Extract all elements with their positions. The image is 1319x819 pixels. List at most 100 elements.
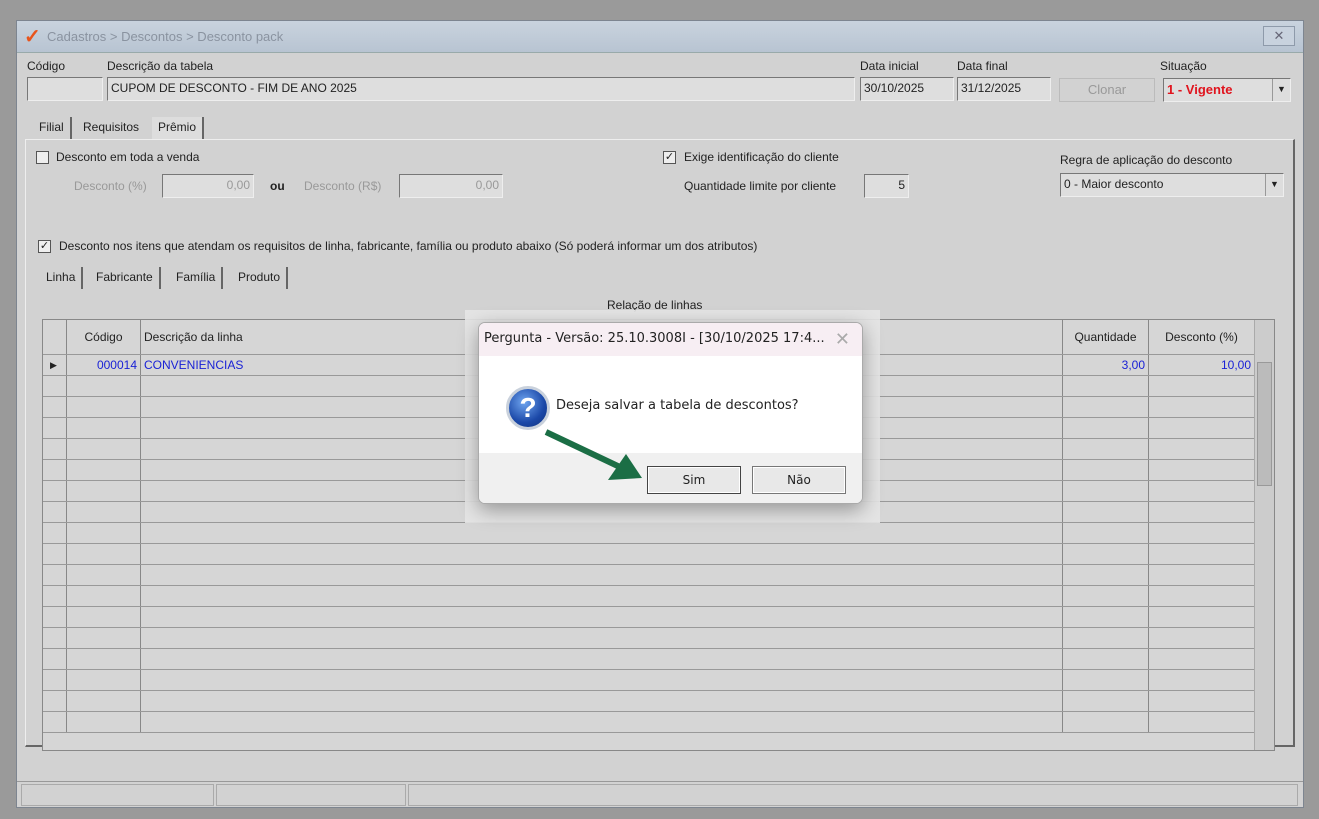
grid-cell	[1149, 397, 1255, 417]
dialog-close-icon[interactable]: ✕	[835, 329, 850, 350]
subtab-linha[interactable]: Linha	[40, 267, 84, 289]
grid-cell	[1149, 502, 1255, 522]
grid-cell	[67, 628, 141, 648]
grid-cell	[43, 544, 67, 564]
grid-cell	[1063, 460, 1149, 480]
grid-cell	[67, 481, 141, 501]
clonar-button[interactable]: Clonar	[1059, 78, 1155, 102]
arrow-annotation-icon	[544, 429, 642, 480]
grid-cell	[43, 586, 67, 606]
grid-cell	[1149, 418, 1255, 438]
grid-cell	[1149, 523, 1255, 543]
grid-cell	[43, 418, 67, 438]
tab-requisitos[interactable]: Requisitos	[77, 117, 145, 139]
grid-cell	[43, 649, 67, 669]
desconto-toda-venda-checkbox[interactable]	[36, 151, 49, 164]
desconto-rs-label: Desconto (R$)	[304, 179, 382, 193]
grid-cell	[1149, 481, 1255, 501]
grid-cell	[43, 460, 67, 480]
col-desconto[interactable]: Desconto (%)	[1149, 320, 1255, 354]
desconto-pct-input[interactable]: 0,00	[162, 174, 254, 198]
table-row-empty[interactable]	[43, 691, 1255, 712]
grid-cell	[1149, 460, 1255, 480]
grid-cell	[43, 565, 67, 585]
grid-cell	[67, 502, 141, 522]
grid-cell	[67, 418, 141, 438]
ou-label: ou	[270, 179, 285, 193]
grid-cell	[43, 439, 67, 459]
table-row-empty[interactable]	[43, 586, 1255, 607]
subtab-fabricante[interactable]: Fabricante	[90, 267, 161, 289]
grid-cell	[43, 523, 67, 543]
grid-cell	[1149, 691, 1255, 711]
col-codigo[interactable]: Código	[67, 320, 141, 354]
grid-cell	[1149, 565, 1255, 585]
tab-filial[interactable]: Filial	[33, 117, 72, 139]
grid-cell	[67, 607, 141, 627]
desconto-rs-input[interactable]: 0,00	[399, 174, 503, 198]
dialog-message: Deseja salvar a tabela de descontos?	[556, 398, 799, 413]
grid-cell	[1149, 439, 1255, 459]
table-row-empty[interactable]	[43, 670, 1255, 691]
col-quantidade[interactable]: Quantidade	[1063, 320, 1149, 354]
regra-select[interactable]: 0 - Maior desconto ▼	[1060, 173, 1284, 197]
table-row-empty[interactable]	[43, 523, 1255, 544]
grid-cell	[141, 565, 1063, 585]
table-row-empty[interactable]	[43, 565, 1255, 586]
qtd-limite-label: Quantidade limite por cliente	[684, 179, 837, 193]
grid-cell	[1063, 523, 1149, 543]
grid-cell	[67, 544, 141, 564]
grid-cell	[141, 607, 1063, 627]
grid-cell	[67, 670, 141, 690]
data-final-input[interactable]: 31/12/2025	[957, 77, 1051, 101]
cell-desconto: 10,00	[1149, 355, 1255, 375]
grid-cell	[1063, 481, 1149, 501]
itens-checkbox[interactable]: ✓	[38, 240, 51, 253]
grid-cell	[1063, 607, 1149, 627]
close-button[interactable]: ✕	[1263, 26, 1295, 46]
codigo-label: Código	[27, 59, 66, 73]
status-panel	[21, 784, 214, 806]
grid-cell	[141, 523, 1063, 543]
grid-cell	[1063, 439, 1149, 459]
data-inicial-input[interactable]: 30/10/2025	[860, 77, 954, 101]
grid-cell	[1149, 607, 1255, 627]
grid-cell	[141, 628, 1063, 648]
exige-id-checkbox[interactable]: ✓	[663, 151, 676, 164]
grid-cell	[67, 691, 141, 711]
grid-scrollbar[interactable]	[1254, 320, 1274, 750]
tab-premio[interactable]: Prêmio	[152, 117, 205, 139]
cell-quantidade: 3,00	[1063, 355, 1149, 375]
table-row-empty[interactable]	[43, 607, 1255, 628]
table-row-empty[interactable]	[43, 544, 1255, 565]
table-row-empty[interactable]	[43, 712, 1255, 733]
subtab-produto[interactable]: Produto	[232, 267, 289, 289]
sim-button[interactable]: Sim	[647, 466, 741, 494]
subtab-familia[interactable]: Família	[170, 267, 224, 289]
status-bar	[17, 781, 1303, 807]
status-panel	[216, 784, 406, 806]
grid-cell	[1149, 376, 1255, 396]
situacao-select[interactable]: 1 - Vigente ▼	[1163, 78, 1291, 102]
codigo-input[interactable]	[27, 77, 103, 101]
close-icon: ✕	[1273, 28, 1285, 43]
situacao-label: Situação	[1160, 59, 1207, 73]
grid-cell	[1063, 565, 1149, 585]
descricao-input[interactable]: CUPOM DE DESCONTO - FIM DE ANO 2025	[107, 77, 855, 101]
table-row-empty[interactable]	[43, 649, 1255, 670]
desconto-toda-venda-label: Desconto em toda a venda	[56, 150, 200, 164]
grid-cell	[43, 481, 67, 501]
scrollbar-thumb[interactable]	[1257, 362, 1272, 486]
qtd-limite-input[interactable]: 5	[864, 174, 909, 198]
table-row-empty[interactable]	[43, 628, 1255, 649]
grid-cell	[1063, 670, 1149, 690]
grid-cell	[141, 544, 1063, 564]
grid-cell	[1063, 628, 1149, 648]
grid-cell	[1149, 649, 1255, 669]
grid-cell	[141, 691, 1063, 711]
row-indicator-icon: ▶	[43, 355, 67, 375]
nao-button[interactable]: Não	[752, 466, 846, 494]
grid-cell	[67, 439, 141, 459]
grid-cell	[67, 649, 141, 669]
grid-cell	[141, 586, 1063, 606]
